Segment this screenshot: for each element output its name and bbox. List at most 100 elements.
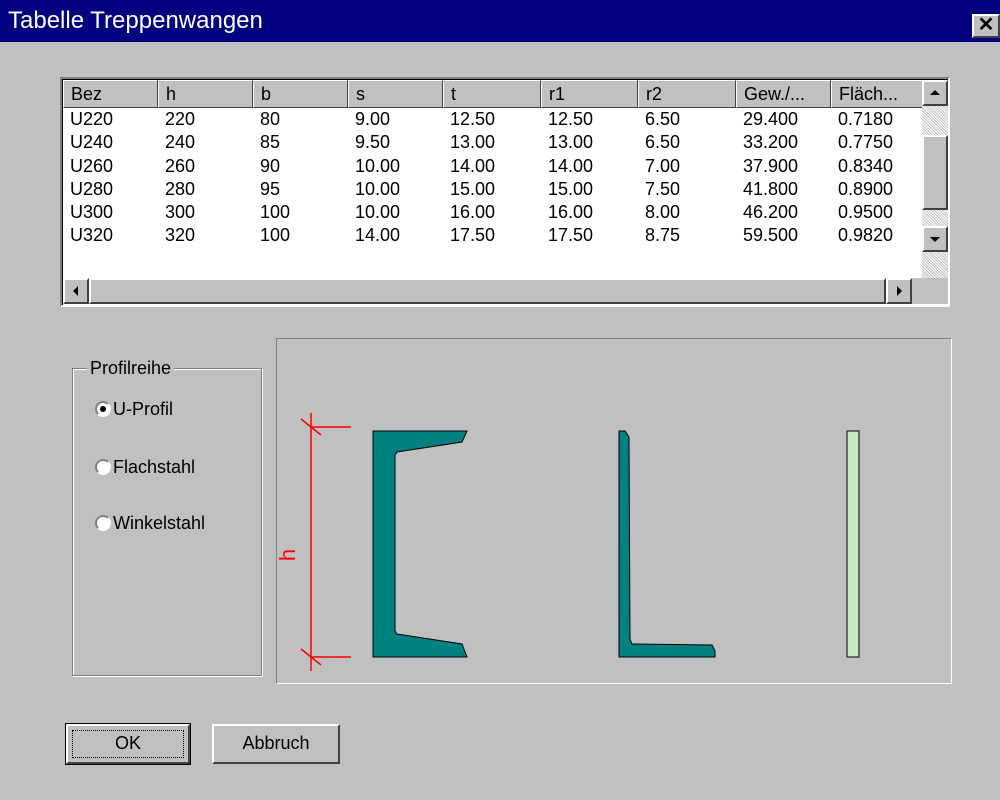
table-cell: 100 — [260, 225, 291, 246]
table-cell: 10.00 — [355, 202, 401, 223]
close-icon: ✕ — [977, 14, 995, 36]
column-header[interactable]: r2 — [638, 80, 736, 108]
table-cell: 260 — [165, 155, 196, 176]
radio-option-u-profil[interactable]: U-Profil — [95, 397, 173, 421]
table-cell: U280 — [70, 178, 114, 199]
table-cell: 15.00 — [548, 178, 594, 199]
column-header[interactable]: b — [253, 80, 348, 108]
scrollbar-corner — [922, 278, 948, 304]
table-cell: 37.900 — [743, 155, 799, 176]
radio-label[interactable]: U-Profil — [113, 398, 173, 420]
table-cell: U260 — [70, 155, 114, 176]
group-title: Profilreihe — [87, 357, 175, 379]
table-cell: 14.00 — [450, 155, 496, 176]
radio-selected-dot — [100, 406, 106, 412]
table-cell: U220 — [70, 109, 114, 129]
table-row[interactable]: U320 320 100 14.00 17.50 17.50 8.75 59.500 0.982… — [63, 224, 922, 247]
arrow-down-icon — [930, 237, 940, 242]
table-cell: 12.50 — [450, 109, 496, 129]
table-cell: 6.50 — [645, 109, 681, 129]
radio-option-winkelstahl[interactable]: Winkelstahl — [95, 511, 205, 535]
horizontal-scroll-thumb[interactable] — [89, 278, 886, 304]
radio-label[interactable]: Flachstahl — [113, 456, 195, 478]
column-header[interactable]: Bez — [63, 80, 158, 108]
window-title: Tabelle Treppenwangen — [8, 7, 263, 34]
column-header[interactable]: h — [158, 80, 253, 108]
table-cell: 0.9500 — [838, 202, 894, 223]
table-cell: 29.400 — [743, 109, 799, 129]
table-cell: 12.50 — [548, 109, 594, 129]
table-cell: 80 — [260, 109, 281, 129]
table-row[interactable]: U280 280 95 10.00 15.00 15.00 7.50 41.800 0.8900 — [63, 178, 922, 201]
table-cell: 17.50 — [548, 225, 594, 246]
table-cell: 85 — [260, 132, 281, 153]
table-cell: 7.00 — [645, 155, 681, 176]
table-cell: U300 — [70, 202, 114, 223]
table-cell: 0.8340 — [838, 155, 894, 176]
preview-drawing: h — [275, 413, 860, 671]
horizontal-scrollbar[interactable] — [63, 278, 922, 304]
profile-preview: h — [275, 338, 952, 684]
flat-steel-shape — [846, 430, 860, 658]
table-row[interactable]: U220 220 80 9.00 12.50 12.50 6.50 29.400 0.7180 — [63, 108, 922, 131]
ok-button[interactable]: OK — [65, 723, 191, 765]
table-cell: 300 — [165, 202, 196, 223]
arrow-left-icon — [73, 286, 78, 296]
table-cell: 8.00 — [645, 202, 681, 223]
arrow-up-icon — [930, 90, 940, 95]
table-cell: 10.00 — [355, 155, 401, 176]
profile-table[interactable]: Bez h b s t r1 r2 Gew./... Fläch... U220 220 80 9.0… — [60, 77, 950, 307]
table-cell: 7.50 — [645, 178, 681, 199]
radio-option-flachstahl[interactable]: Flachstahl — [95, 455, 195, 479]
u-profile-shape — [372, 430, 468, 658]
table-cell: U320 — [70, 225, 114, 246]
scroll-down-button[interactable] — [922, 226, 948, 252]
column-header[interactable]: s — [348, 80, 443, 108]
scroll-up-button[interactable] — [922, 80, 948, 106]
table-cell: 0.8900 — [838, 178, 894, 199]
table-cell: 9.00 — [355, 109, 391, 129]
title-bar[interactable]: Tabelle Treppenwangen ✕ — [0, 0, 1000, 42]
table-cell: 240 — [165, 132, 196, 153]
dimension-label: h — [277, 549, 300, 561]
radio-button[interactable] — [95, 401, 111, 417]
vertical-scrollbar[interactable] — [922, 80, 948, 278]
column-header[interactable]: Gew./... — [736, 80, 831, 108]
radio-button[interactable] — [95, 459, 111, 475]
radio-label[interactable]: Winkelstahl — [113, 512, 205, 534]
table-row[interactable]: U300 300 100 10.00 16.00 16.00 8.00 46.200 0.950… — [63, 201, 922, 224]
table-cell: 59.500 — [743, 225, 799, 246]
table-cell: 8.75 — [645, 225, 681, 246]
table-cell: 33.200 — [743, 132, 799, 153]
column-header[interactable]: t — [443, 80, 541, 108]
height-dimension: h — [275, 413, 351, 671]
vertical-scroll-thumb[interactable] — [922, 135, 948, 210]
column-header[interactable]: Fläch... — [831, 80, 922, 108]
focus-indicator — [72, 730, 184, 758]
table-cell: 15.00 — [450, 178, 496, 199]
table-cell: 280 — [165, 178, 196, 199]
angle-profile-shape — [618, 430, 716, 658]
close-button[interactable]: ✕ — [972, 14, 1000, 38]
dialog-window: Tabelle Treppenwangen ✕ Bez h b s t r1 r2 Gew./… — [0, 0, 1000, 800]
column-header[interactable]: r1 — [541, 80, 638, 108]
cancel-button[interactable]: Abbruch — [212, 724, 340, 764]
table-header: Bez h b s t r1 r2 Gew./... Fläch... — [63, 80, 922, 108]
table-cell: 220 — [165, 109, 196, 129]
table-cell: 95 — [260, 178, 281, 199]
table-cell: 13.00 — [450, 132, 496, 153]
table-cell: 6.50 — [645, 132, 681, 153]
table-cell: 100 — [260, 202, 291, 223]
table-cell: 10.00 — [355, 178, 401, 199]
scroll-left-button[interactable] — [63, 278, 89, 304]
cancel-button-label: Abbruch — [242, 733, 310, 753]
table-row[interactable]: U260 260 90 10.00 14.00 14.00 7.00 37.900 0.8340 — [63, 155, 922, 178]
scroll-right-button[interactable] — [886, 278, 912, 304]
table-row[interactable]: U240 240 85 9.50 13.00 13.00 6.50 33.200 0.7750 — [63, 131, 922, 154]
radio-button[interactable] — [95, 515, 111, 531]
table-cell: 17.50 — [450, 225, 496, 246]
table-cell: 16.00 — [450, 202, 496, 223]
table-cell: 90 — [260, 155, 281, 176]
table-area: Bez h b s t r1 r2 Gew./... Fläch... U220 220 80 9.0… — [63, 80, 922, 278]
table-body: U220 220 80 9.00 12.50 12.50 6.50 29.400 0.7180 U… — [63, 108, 922, 248]
